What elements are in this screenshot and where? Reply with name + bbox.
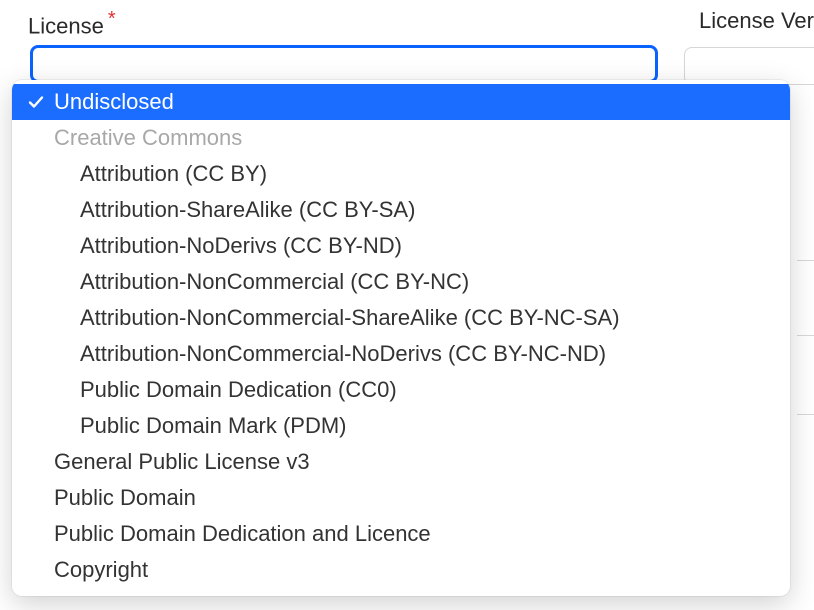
dropdown-option-label: General Public License v3: [54, 449, 310, 475]
dropdown-option-label: Attribution-ShareAlike (CC BY-SA): [80, 197, 415, 223]
license-version-label-text: License Ver: [699, 8, 814, 33]
dropdown-option-pdm[interactable]: Public Domain Mark (PDM): [12, 408, 790, 444]
required-asterisk: *: [108, 8, 116, 30]
dropdown-option-label: Attribution-NonCommercial (CC BY-NC): [80, 269, 469, 295]
dropdown-option-pddl[interactable]: Public Domain Dedication and Licence: [12, 516, 790, 552]
dropdown-option-cc-by[interactable]: Attribution (CC BY): [12, 156, 790, 192]
dropdown-option-label: Attribution-NonCommercial-NoDerivs (CC B…: [80, 341, 606, 367]
check-icon: [28, 94, 54, 110]
license-label-text: License: [28, 13, 104, 38]
dropdown-option-label: Public Domain Mark (PDM): [80, 413, 347, 439]
dropdown-option-cc0[interactable]: Public Domain Dedication (CC0): [12, 372, 790, 408]
dropdown-option-label: Public Domain Dedication and Licence: [54, 521, 431, 547]
dropdown-group-creative-commons: Creative Commons: [12, 120, 790, 156]
dropdown-option-label: Attribution-NoDerivs (CC BY-ND): [80, 233, 402, 259]
dropdown-group-label: Creative Commons: [54, 125, 242, 151]
row-divider: [797, 335, 814, 336]
dropdown-option-label: Public Domain: [54, 485, 196, 511]
dropdown-option-label: Undisclosed: [54, 89, 174, 115]
dropdown-option-cc-by-sa[interactable]: Attribution-ShareAlike (CC BY-SA): [12, 192, 790, 228]
dropdown-option-cc-by-nc[interactable]: Attribution-NonCommercial (CC BY-NC): [12, 264, 790, 300]
dropdown-option-undisclosed[interactable]: Undisclosed: [12, 84, 790, 120]
dropdown-option-copyright[interactable]: Copyright: [12, 552, 790, 588]
row-divider: [797, 414, 814, 415]
license-version-field-label: License Ver: [699, 8, 814, 39]
dropdown-option-label: Attribution-NonCommercial-ShareAlike (CC…: [80, 305, 620, 331]
license-select[interactable]: [30, 45, 658, 83]
dropdown-option-gplv3[interactable]: General Public License v3: [12, 444, 790, 480]
row-divider: [797, 260, 814, 261]
dropdown-option-public-domain[interactable]: Public Domain: [12, 480, 790, 516]
license-field-label: License*: [0, 8, 116, 39]
dropdown-option-label: Attribution (CC BY): [80, 161, 267, 187]
dropdown-option-cc-by-nc-nd[interactable]: Attribution-NonCommercial-NoDerivs (CC B…: [12, 336, 790, 372]
dropdown-option-cc-by-nc-sa[interactable]: Attribution-NonCommercial-ShareAlike (CC…: [12, 300, 790, 336]
dropdown-option-cc-by-nd[interactable]: Attribution-NoDerivs (CC BY-ND): [12, 228, 790, 264]
dropdown-option-label: Copyright: [54, 557, 148, 583]
license-dropdown[interactable]: Undisclosed Creative Commons Attribution…: [12, 80, 790, 596]
dropdown-option-label: Public Domain Dedication (CC0): [80, 377, 397, 403]
